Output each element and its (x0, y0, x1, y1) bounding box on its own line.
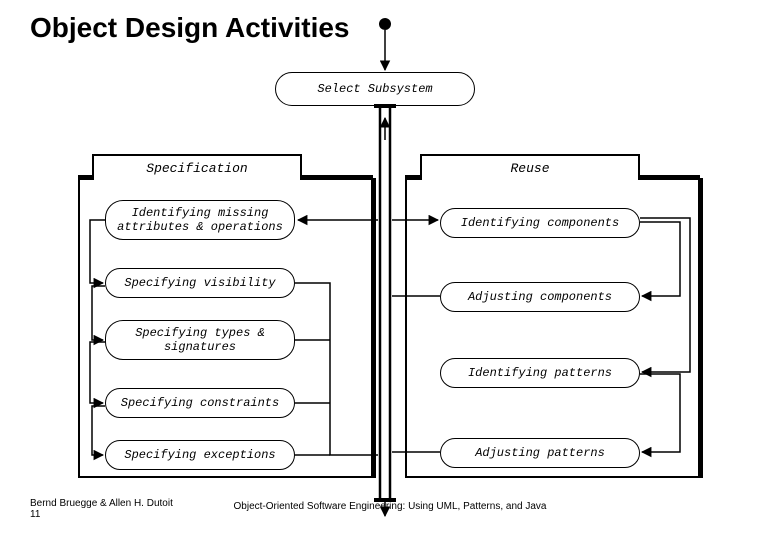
node-select-subsystem: Select Subsystem (275, 72, 475, 106)
node-left-3: Specifying constraints (105, 388, 295, 418)
node-right-0: Identifying components (440, 208, 640, 238)
footer-subtitle: Object-Oriented Software Engineering: Us… (234, 501, 547, 512)
node-left-1: Specifying visibility (105, 268, 295, 298)
tab-reuse: Reuse (420, 154, 640, 180)
footer-author: Bernd Bruegge & Allen H. Dutoit 11 (30, 498, 173, 520)
node-right-3: Adjusting patterns (440, 438, 640, 468)
node-left-0: Identifying missing attributes & operati… (105, 200, 295, 240)
page-title: Object Design Activities (30, 12, 350, 44)
node-left-2: Specifying types & signatures (105, 320, 295, 360)
node-right-1: Adjusting components (440, 282, 640, 312)
tab-specification: Specification (92, 154, 302, 180)
start-dot (379, 18, 391, 30)
node-left-4: Specifying exceptions (105, 440, 295, 470)
node-right-2: Identifying patterns (440, 358, 640, 388)
